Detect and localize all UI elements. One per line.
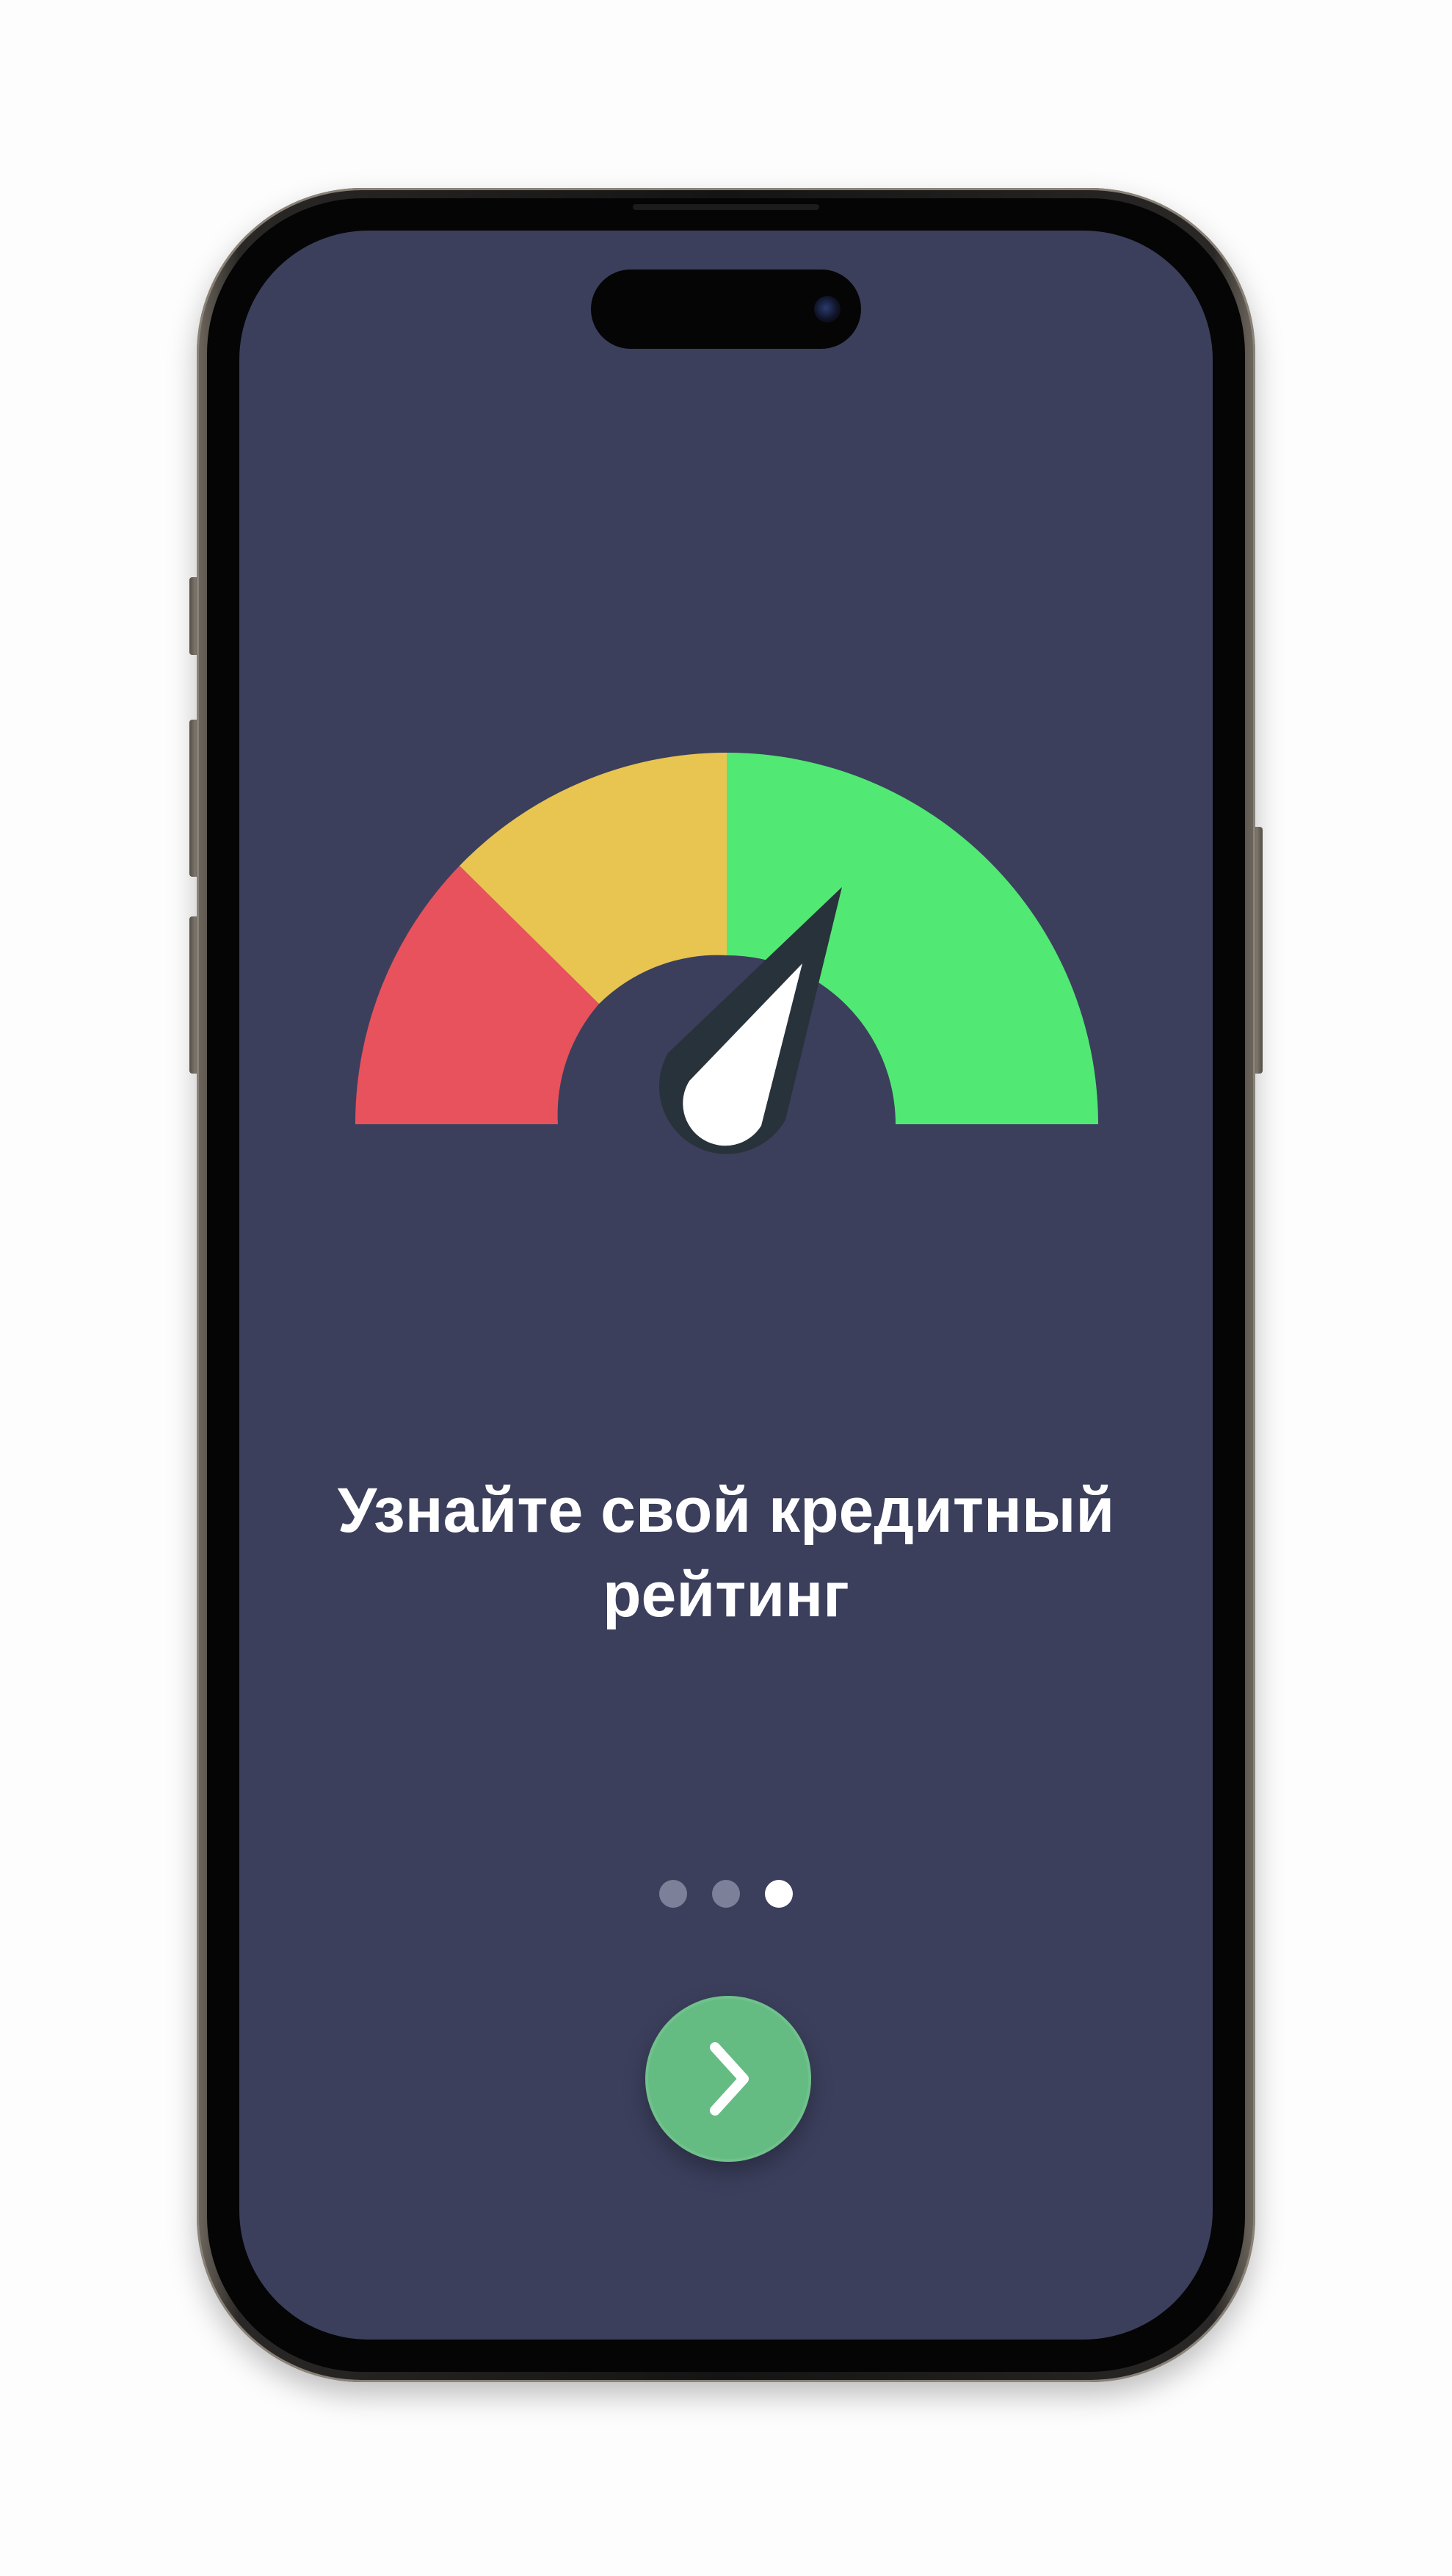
chevron-right-icon <box>710 2042 749 2116</box>
page-dot-2[interactable] <box>712 1880 740 1908</box>
device-mockup: Узнайте свой кредитный рейтинг <box>0 0 1452 2576</box>
page-dot-3[interactable] <box>765 1880 793 1908</box>
page-dot-1[interactable] <box>659 1880 687 1908</box>
speedometer-icon <box>355 752 1098 1154</box>
title-line-2: рейтинг <box>603 1560 849 1630</box>
next-button[interactable] <box>645 1996 811 2162</box>
page-indicator <box>659 1880 799 1909</box>
credit-score-gauge <box>355 752 1098 1154</box>
onboarding-title: Узнайте свой кредитный рейтинг <box>239 1469 1213 1638</box>
title-line-1: Узнайте свой кредитный <box>337 1475 1115 1546</box>
